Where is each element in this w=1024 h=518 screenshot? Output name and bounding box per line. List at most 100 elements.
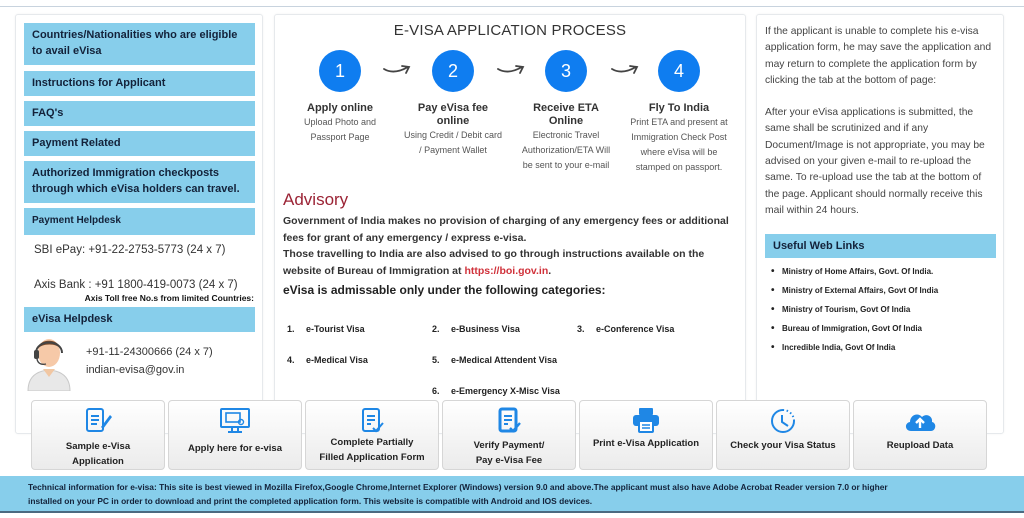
process-title: E-VISA APPLICATION PROCESS — [393, 22, 627, 39]
step-number-badge: 2 — [432, 50, 474, 92]
axis-bank-contact: Axis Bank : +91 1800-419-0073 (24 x 7) — [34, 279, 238, 291]
info-panel: If the applicant is unable to complete h… — [756, 14, 1004, 434]
step-4: 4 Fly To India Print ETA and present at … — [629, 50, 729, 175]
link-tourism[interactable]: Ministry of Tourism, Govt Of India — [771, 303, 938, 322]
category-label: e-Tourist Visa — [306, 324, 365, 334]
step-title: Fly To India — [648, 102, 710, 114]
helpdesk-phone: +91-11-24300666 (24 x 7) — [86, 346, 213, 358]
footer-label: Technical information for e-visa: — [28, 482, 157, 492]
save-application-info: If the applicant is unable to complete h… — [765, 26, 992, 86]
menu-instructions[interactable]: Instructions for Applicant — [24, 71, 255, 96]
tile-label: Reupload Data — [886, 440, 954, 451]
info-text: If the applicant is unable to complete h… — [765, 24, 997, 219]
printer-icon — [633, 408, 659, 433]
category-number: 2. — [432, 324, 440, 334]
tile-label-line-2: Application — [72, 456, 124, 467]
step-description: Print ETA and present at Immigration Che… — [630, 117, 728, 172]
payment-helpdesk-heading[interactable]: Payment Helpdesk — [24, 208, 255, 235]
tile-label-line-1: Sample e-Visa — [65, 441, 131, 452]
tile-label: Complete Partially Filled Application For… — [308, 435, 436, 465]
document-check-filled-icon — [498, 407, 521, 433]
category-number: 4. — [287, 355, 295, 365]
advisory-paragraph-2: Those travelling to India are also advis… — [283, 246, 738, 279]
category-label: e-Emergency X-Misc Visa — [451, 386, 560, 396]
document-edit-icon — [86, 408, 112, 432]
category-item: 2. e-Business Visa — [432, 324, 520, 334]
category-item: 5. e-Medical Attendent Visa — [432, 355, 557, 365]
category-number: 1. — [287, 324, 295, 334]
category-item: 4. e-Medical Visa — [287, 355, 368, 365]
category-number: 6. — [432, 386, 440, 396]
category-item: 6. e-Emergency X-Misc Visa — [432, 386, 560, 396]
useful-links-list: Ministry of Home Affairs, Govt. Of India… — [771, 265, 938, 360]
menu-eligible-countries[interactable]: Countries/Nationalities who are eligible… — [24, 23, 255, 65]
step-description: Electronic Travel Authorization/ETA Will… — [521, 130, 611, 170]
tile-label: Check your Visa Status — [730, 440, 836, 451]
print-evisa-button[interactable]: Print e-Visa Application — [579, 400, 713, 470]
category-item: 3. e-Conference Visa — [577, 324, 674, 334]
step-number-badge: 3 — [545, 50, 587, 92]
step-3: 3 Receive ETA Online Electronic Travel A… — [516, 50, 616, 173]
verify-payment-button[interactable]: Verify Payment/Pay e-Visa Fee — [442, 400, 576, 470]
step-number-badge: 4 — [658, 50, 700, 92]
tile-label-line-1: Complete Partially — [330, 437, 414, 448]
axis-toll-free-note[interactable]: Axis Toll free No.s from limited Countri… — [85, 293, 254, 303]
link-external-affairs[interactable]: Ministry of External Affairs, Govt Of In… — [771, 284, 938, 303]
technical-info-footer: Technical information for e-visa: This s… — [0, 476, 1024, 513]
step-description: Using Credit / Debit card / Payment Wall… — [403, 130, 503, 155]
categories-heading: eVisa is admissable only under the follo… — [283, 283, 606, 297]
step-2: 2 Pay eVisa fee online Using Credit / De… — [403, 50, 503, 158]
tile-label: Sample e-Visa Application — [34, 439, 162, 469]
menu-faqs[interactable]: FAQ's — [24, 101, 255, 126]
apply-evisa-button[interactable]: Apply here for e-visa — [168, 400, 302, 470]
sample-evisa-button[interactable]: Sample e-Visa Application — [31, 400, 165, 470]
support-agent-icon — [27, 339, 71, 391]
useful-links-heading: Useful Web Links — [765, 234, 996, 258]
step-title: Pay eVisa fee online — [417, 102, 489, 127]
reupload-info: After your eVisa applications is submitt… — [765, 107, 985, 216]
tile-label: Print e-Visa Application — [592, 438, 700, 449]
curved-arrow-icon — [383, 65, 411, 74]
link-incredible-india[interactable]: Incredible India, Govt Of India — [771, 341, 938, 360]
footer-line-1: Technical information for e-visa: This s… — [28, 480, 1024, 494]
category-number: 5. — [432, 355, 440, 365]
footer-line-2: installed on your PC in order to downloa… — [28, 496, 593, 506]
tile-label: Apply here for e-visa — [188, 443, 282, 454]
footer-text-1: This site is best viewed in Mozilla Fire… — [156, 482, 888, 492]
category-number: 3. — [577, 324, 585, 334]
helpdesk-email[interactable]: indian-evisa@gov.in — [86, 364, 184, 376]
curved-arrow-icon — [497, 65, 525, 74]
step-description: Upload Photo and Passport Page — [303, 117, 377, 142]
step-number-badge: 1 — [319, 50, 361, 92]
top-divider — [0, 6, 1024, 7]
reupload-data-button[interactable]: Reupload Data — [853, 400, 987, 470]
tile-label-line-2: Pay e-Visa Fee — [475, 455, 543, 466]
clock-icon — [771, 409, 795, 433]
computer-monitor-icon — [220, 408, 250, 433]
tile-label-line-1: Verify Payment/ — [473, 440, 545, 451]
check-visa-status-button[interactable]: Check your Visa Status — [716, 400, 850, 470]
tile-label: Verify Payment/Pay e-Visa Fee — [445, 438, 573, 468]
tile-label-line-2: Filled Application Form — [319, 452, 425, 463]
curved-arrow-icon — [611, 65, 639, 74]
category-item: 1. e-Tourist Visa — [287, 324, 365, 334]
advisory-period: . — [548, 264, 552, 277]
boi-link[interactable]: https://boi.gov.in — [464, 265, 548, 277]
step-1: 1 Apply online Upload Photo and Passport… — [290, 50, 390, 145]
category-label: e-Business Visa — [451, 324, 520, 334]
menu-immigration-checkposts[interactable]: Authorized Immigration checkposts throug… — [24, 161, 255, 203]
advisory-heading: Advisory — [283, 190, 349, 209]
link-home-affairs[interactable]: Ministry of Home Affairs, Govt. Of India… — [771, 265, 938, 284]
document-check-icon — [362, 408, 384, 433]
category-label: e-Conference Visa — [596, 324, 675, 334]
sbi-epay-contact: SBI ePay: +91-22-2753-5773 (24 x 7) — [34, 244, 226, 256]
link-bureau-immigration[interactable]: Bureau of Immigration, Govt Of India — [771, 322, 938, 341]
category-label: e-Medical Attendent Visa — [451, 355, 558, 365]
advisory-paragraph-1: Government of India makes no provision o… — [283, 215, 729, 244]
complete-partial-form-button[interactable]: Complete Partially Filled Application For… — [305, 400, 439, 470]
evisa-helpdesk-heading[interactable]: eVisa Helpdesk — [24, 307, 255, 332]
cloud-upload-icon — [905, 414, 936, 431]
step-title: Apply online — [307, 102, 373, 114]
menu-payment-related[interactable]: Payment Related — [24, 131, 255, 156]
left-sidebar: Countries/Nationalities who are eligible… — [15, 14, 263, 434]
